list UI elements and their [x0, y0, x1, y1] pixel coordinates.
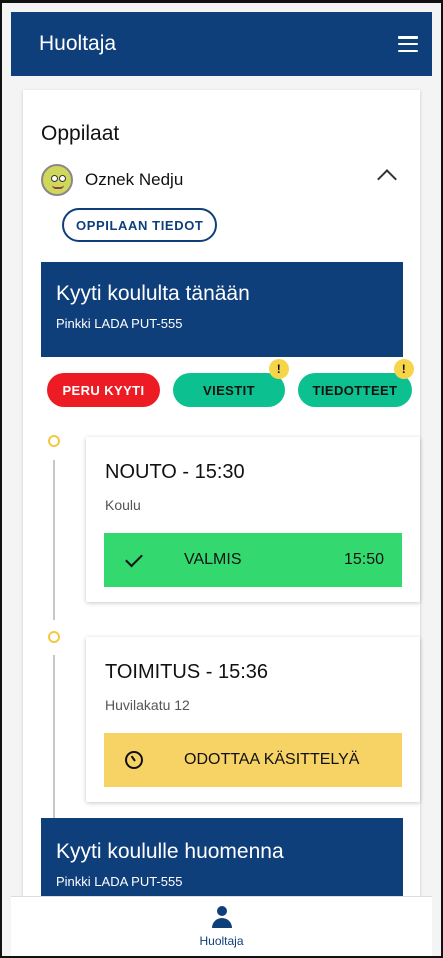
stop-card-delivery[interactable]: TOIMITUS - 15:36 Huvilakatu 12 ODOTTAA K…	[86, 637, 420, 802]
app-bar: Huoltaja	[11, 12, 432, 76]
student-info-button[interactable]: OPPILAAN TIEDOT	[62, 208, 218, 242]
status-waiting-bar: ODOTTAA KÄSITTELYÄ	[104, 733, 402, 787]
timeline-dot	[48, 631, 60, 643]
main-content[interactable]: Oppilaat Oznek Nedju OPPILAAN TIEDOT Kyy…	[11, 76, 432, 897]
messages-label: VIESTIT	[203, 382, 255, 398]
status-text: ODOTTAA KÄSITTELYÄ	[184, 751, 360, 768]
student-row[interactable]: Oznek Nedju	[41, 162, 404, 198]
timer-icon	[104, 751, 164, 769]
timeline-line	[53, 655, 55, 820]
messages-button[interactable]: VIESTIT !	[173, 359, 289, 407]
stop-title: NOUTO - 15:30	[105, 461, 245, 483]
bottom-nav-guardian[interactable]: Huoltaja	[11, 896, 432, 956]
stop-card-pickup[interactable]: NOUTO - 15:30 Koulu VALMIS 15:50	[86, 437, 420, 602]
trip-today-header: Kyyti koululta tänään Pinkki LADA PUT-55…	[41, 262, 403, 357]
person-icon	[211, 905, 232, 928]
avatar	[41, 164, 73, 196]
timeline-dot	[48, 435, 60, 447]
messages-alert-badge: !	[269, 359, 289, 379]
notices-label: TIEDOTTEET	[312, 382, 398, 398]
students-card: Oppilaat Oznek Nedju OPPILAAN TIEDOT Kyy…	[23, 90, 420, 897]
status-time: 15:50	[343, 551, 384, 568]
trip-tomorrow-vehicle: Pinkki LADA PUT-555	[56, 874, 183, 889]
status-text: VALMIS	[184, 551, 242, 568]
trip-today-vehicle: Pinkki LADA PUT-555	[56, 316, 183, 331]
app-title: Huoltaja	[39, 32, 117, 55]
trip-tomorrow-title: Kyyti koululle huomenna	[56, 840, 284, 863]
cancel-ride-button[interactable]: PERU KYYTI	[47, 373, 160, 407]
section-title: Oppilaat	[41, 122, 120, 145]
chevron-up-icon[interactable]	[377, 169, 397, 189]
check-icon	[104, 549, 164, 567]
stop-title: TOIMITUS - 15:36	[105, 661, 269, 683]
notices-button[interactable]: TIEDOTTEET !	[298, 359, 414, 407]
stop-place: Huvilakatu 12	[105, 697, 190, 713]
trip-today-title: Kyyti koululta tänään	[56, 282, 250, 305]
nav-label: Huoltaja	[199, 933, 244, 948]
menu-icon[interactable]	[398, 36, 418, 52]
timeline-line	[53, 460, 55, 620]
stop-place: Koulu	[105, 497, 141, 513]
app-frame: Huoltaja Oppilaat Oznek Nedju OPPILAAN T…	[0, 0, 443, 958]
status-done-bar: VALMIS 15:50	[104, 533, 402, 587]
trip-tomorrow-header: Kyyti koululle huomenna Pinkki LADA PUT-…	[41, 818, 403, 897]
notices-alert-badge: !	[394, 359, 414, 379]
student-name: Oznek Nedju	[85, 170, 184, 189]
